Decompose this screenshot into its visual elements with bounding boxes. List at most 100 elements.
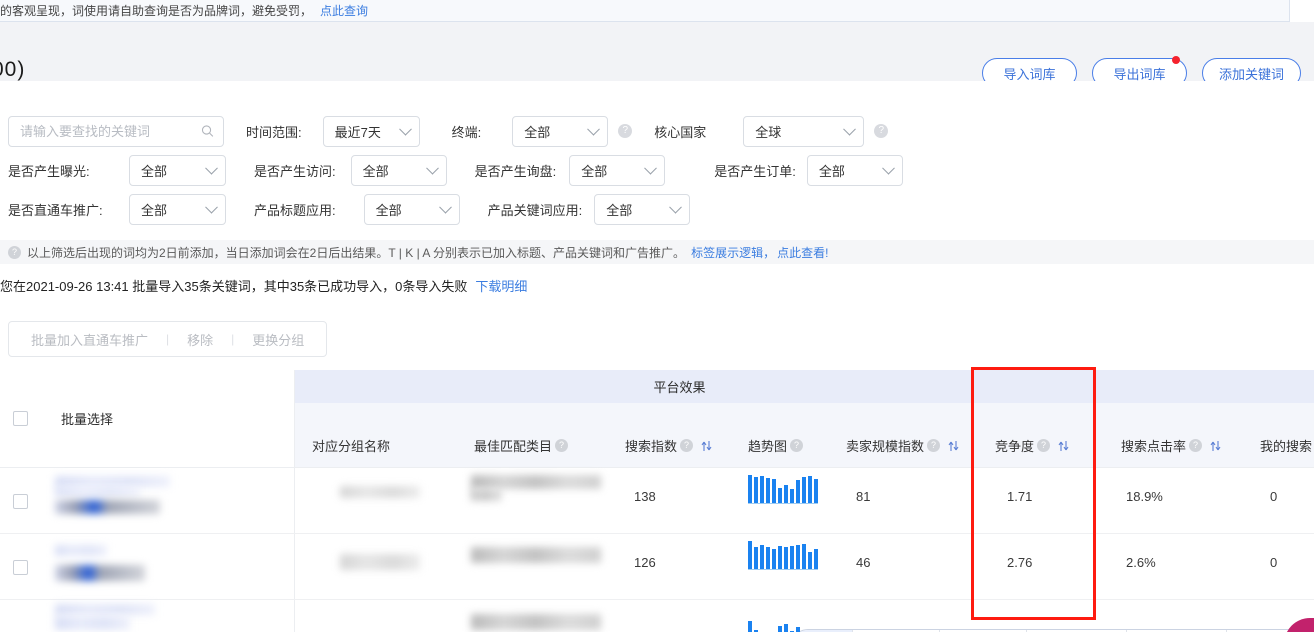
has-exposure-select[interactable]: 全部 — [129, 154, 226, 186]
batch-add-p4p-button[interactable]: 批量加入直通车推广 — [31, 330, 148, 349]
column-header-best-category-label: 最佳匹配类目 — [474, 439, 553, 454]
column-header-search-index[interactable]: 搜索指数 ? — [625, 436, 712, 455]
search-index-help-icon[interactable]: ? — [680, 439, 694, 452]
column-header-competition[interactable]: 竞争度 ? — [995, 436, 1069, 455]
trend-bar — [778, 626, 782, 632]
search-icon[interactable] — [201, 125, 214, 138]
trend-bar — [766, 547, 770, 569]
filter-row-3: 是否直通车推广: 全部 产品标题应用: 全部 产品关键词应用: 全部 — [0, 193, 691, 225]
column-header-seller-scale[interactable]: 卖家规模指数 ? — [846, 436, 959, 455]
sort-toggle-icon[interactable] — [1210, 440, 1221, 452]
trend-bar — [814, 479, 818, 503]
trend-bar — [790, 489, 794, 503]
select-all-checkbox[interactable] — [13, 411, 28, 426]
import-status-bar: 您在2021-09-26 13:41 批量导入35条关键词，其中35条已成功导入… — [0, 273, 1314, 297]
column-header-search-ctr[interactable]: 搜索点击率 ? — [1121, 436, 1221, 455]
row-checkbox[interactable] — [13, 560, 28, 575]
has-visit-select[interactable]: 全部 — [350, 154, 447, 186]
keyword-redacted-line2 — [55, 487, 140, 496]
trend-bar — [748, 475, 752, 503]
filter-label-p4p-promote: 是否直通车推广: — [8, 202, 103, 218]
table-row — [0, 534, 295, 600]
title-usage-select[interactable]: 全部 — [363, 193, 460, 225]
trend-bar — [760, 476, 764, 503]
has-inquiry-select[interactable]: 全部 — [569, 154, 666, 186]
seller-scale-help-icon[interactable]: ? — [927, 439, 941, 452]
keyword-usage-select[interactable]: 全部 — [594, 193, 691, 225]
p4p-promote-select[interactable]: 全部 — [129, 193, 226, 225]
time-range-select[interactable]: 最近7天 — [322, 115, 420, 147]
column-header-search-ctr-label: 搜索点击率 — [1121, 439, 1187, 454]
decorative-pink-shape — [1284, 618, 1314, 632]
cell-competition: 1.71 — [1007, 489, 1033, 504]
cell-group-name-redacted — [340, 554, 420, 570]
trend-bar — [760, 545, 764, 569]
competition-help-icon[interactable]: ? — [1037, 439, 1051, 452]
import-status-text: 您在2021-09-26 13:41 批量导入35条关键词，其中35条已成功导入… — [0, 278, 468, 294]
sort-toggle-icon[interactable] — [948, 440, 959, 452]
title-usage-value: 全部 — [375, 202, 402, 218]
sort-toggle-icon[interactable] — [701, 440, 712, 452]
info-help-icon[interactable]: ? — [8, 245, 21, 259]
table-row: 138 81 1.71 18.9% 0 — [295, 468, 1314, 534]
chevron-down-icon — [882, 161, 895, 175]
tag-logic-link[interactable]: 标签展示逻辑， — [691, 244, 775, 261]
filter-label-has-order: 是否产生订单: — [714, 163, 796, 179]
filter-label-has-exposure: 是否产生曝光: — [8, 163, 90, 179]
download-detail-link[interactable]: 下载明细 — [475, 276, 527, 295]
trend-bar — [748, 621, 752, 632]
keyword-redacted-tags — [55, 500, 160, 514]
trend-bar — [796, 545, 800, 569]
filter-row-1: 时间范围: 最近7天 终端: 全部 ? 核心国家 全球 — [0, 115, 889, 147]
trend-bar — [754, 547, 758, 569]
batch-change-group-button[interactable]: 更换分组 — [252, 330, 304, 349]
search-input[interactable] — [20, 123, 193, 139]
column-header-best-category[interactable]: 最佳匹配类目 ? — [474, 436, 569, 455]
table-action-bar: 批量加入直通车推广 | 移除 | 更换分组 全部 平台效果 我的效果 关键词应用… — [0, 308, 1314, 632]
trend-bar — [796, 480, 800, 503]
column-header-group-name[interactable]: 对应分组名称 — [312, 436, 390, 455]
chevron-down-icon — [587, 122, 601, 136]
table-row — [295, 600, 1314, 632]
search-ctr-help-icon[interactable]: ? — [1189, 439, 1203, 452]
keyword-redacted-line1 — [55, 476, 170, 487]
batch-remove-button[interactable]: 移除 — [187, 330, 213, 349]
filter-row-2: 是否产生曝光: 全部 是否产生访问: 全部 是否产生询盘: 全部 是否产生订单:… — [0, 154, 903, 186]
core-country-help-icon[interactable]: ? — [874, 124, 889, 138]
action-separator-2: | — [231, 332, 235, 346]
chevron-down-icon — [205, 161, 218, 175]
cell-competition: 2.76 — [1007, 555, 1033, 570]
notice-query-link[interactable]: 点此查询 — [320, 2, 368, 19]
brand-word-notice-bar: 的客观呈现，词使用请自助查询是否为品牌词，避免受罚， 点此查询 — [0, 0, 1290, 22]
column-header-search-index-label: 搜索指数 — [625, 439, 678, 454]
has-inquiry-value: 全部 — [581, 163, 608, 179]
sort-toggle-icon[interactable] — [1058, 440, 1069, 452]
batch-actions-group: 批量加入直通车推广 | 移除 | 更换分组 — [8, 321, 328, 357]
best-category-help-icon[interactable]: ? — [555, 439, 569, 452]
keyword-redacted-line2 — [55, 616, 130, 630]
row-checkbox[interactable] — [13, 494, 28, 509]
cell-my-search: 0 — [1270, 489, 1278, 504]
tag-view-link[interactable]: 点此查看! — [777, 244, 828, 261]
column-group-label: 平台效果 — [653, 380, 706, 395]
cell-best-category-redacted — [471, 475, 601, 489]
keyword-search-box[interactable] — [8, 115, 224, 147]
core-country-select[interactable]: 全球 — [743, 115, 865, 147]
trend-bar — [784, 485, 788, 503]
terminal-select[interactable]: 全部 — [512, 115, 609, 147]
trend-bar — [754, 477, 758, 503]
import-library-label: 导入词库 — [1003, 66, 1056, 82]
has-order-value: 全部 — [818, 163, 845, 179]
p4p-promote-value: 全部 — [141, 202, 168, 218]
export-library-label: 导出词库 — [1113, 66, 1166, 82]
page-title-fragment: 00) — [0, 58, 26, 81]
select-all-label: 批量选择 — [61, 412, 114, 427]
trend-chart-help-icon[interactable]: ? — [790, 439, 804, 452]
column-header-my-search[interactable]: 我的搜索 — [1260, 436, 1312, 455]
has-order-select[interactable]: 全部 — [806, 154, 903, 186]
trend-bar — [784, 624, 788, 632]
terminal-help-icon[interactable]: ? — [618, 124, 633, 138]
filter-label-time-range: 时间范围: — [246, 124, 302, 140]
chevron-down-icon — [205, 200, 218, 214]
column-header-trend-chart[interactable]: 趋势图 ? — [748, 436, 804, 455]
